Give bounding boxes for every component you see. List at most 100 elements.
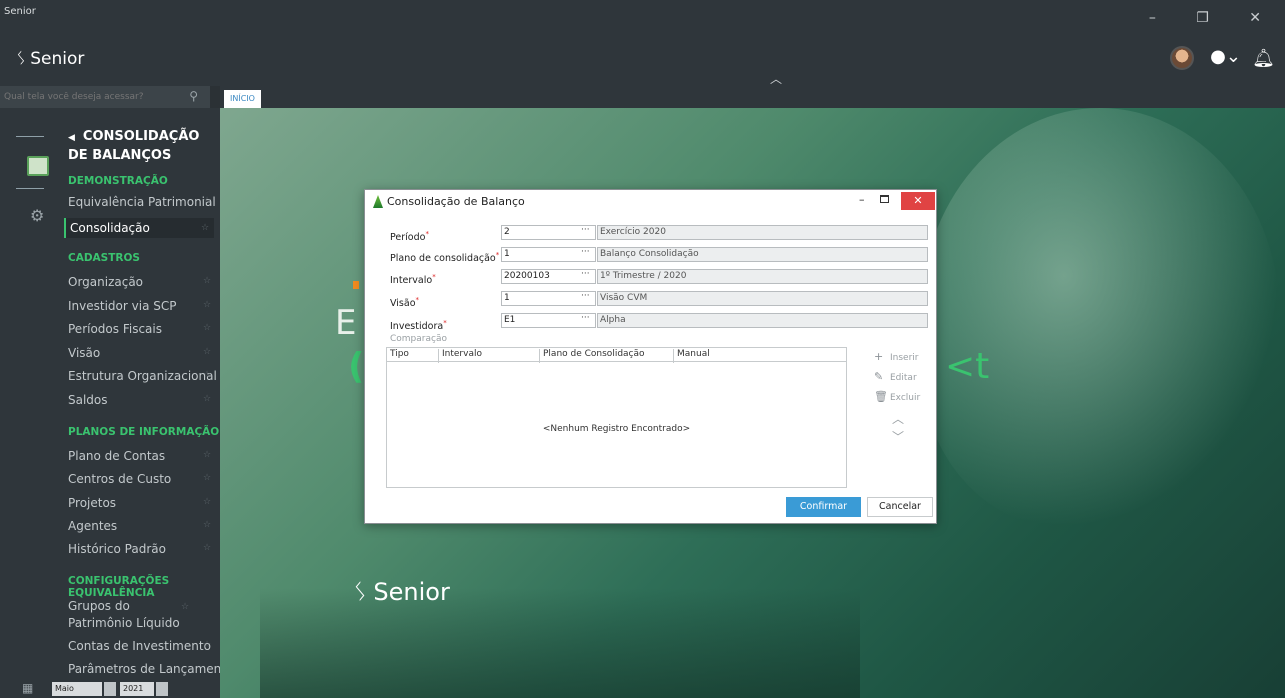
move-down-icon[interactable]: ﹀ [892,428,904,445]
search-bar: ⚲ [0,86,210,108]
module-rail: ⚙ [0,108,58,678]
date-bar: ▦ Maio 2021 [0,678,220,698]
plus-icon: + [874,350,884,363]
visao-lookup-button[interactable]: ··· [581,291,590,301]
intervalo-label: Intervalo* [390,273,436,287]
consolidation-module-icon[interactable] [27,156,49,176]
search-input[interactable] [4,89,179,105]
star-icon[interactable]: ☆ [203,543,211,553]
delete-button[interactable]: 🗑︎ Excluir [874,390,920,403]
minimize-icon[interactable]: – [859,193,865,206]
sidebar-item-grupos-patrimonio[interactable]: Grupos do Patrimônio Líquido ☆ [68,598,193,632]
star-icon[interactable]: ☆ [203,196,211,206]
close-button[interactable]: ✕ [901,192,935,210]
chevron-down-icon[interactable] [104,682,116,696]
sidebar-item-historico-padrao[interactable]: Histórico Padrão ☆ [68,542,213,556]
sidebar-item-equivalencia-patrimonial[interactable]: Equivalência Patrimonial ☆ [68,195,216,209]
star-icon[interactable]: ☆ [203,300,211,310]
logo-text: Senior [30,49,85,69]
logo: ᛊ Senior [16,49,84,69]
star-icon[interactable]: ☆ [203,323,211,333]
comparison-grid[interactable]: Tipo Intervalo Plano de Consolidação Man… [386,347,847,488]
periodo-label: Período* [390,230,429,244]
search-icon[interactable]: ⚲ [189,89,198,103]
sidebar-item-plano-contas[interactable]: Plano de Contas ☆ [68,449,213,463]
star-icon[interactable]: ☆ [203,394,211,404]
chevron-up-icon[interactable]: ︿ [770,70,782,87]
chevron-down-icon[interactable] [156,682,168,696]
investidora-lookup-button[interactable]: ··· [581,313,590,323]
plano-description: Balanço Consolidação [597,247,928,262]
star-icon[interactable]: ☆ [203,276,211,286]
cancel-button[interactable]: Cancelar [867,497,933,517]
star-icon[interactable]: ☆ [181,599,189,616]
sidebar-item-agentes[interactable]: Agentes ☆ [68,519,213,533]
maximize-icon[interactable] [880,195,889,203]
background-text: E [335,303,357,343]
bell-icon[interactable]: 🔔︎ [1252,48,1275,69]
star-icon[interactable]: ☆ [203,640,211,650]
periodo-description: Exercício 2020 [597,225,928,240]
insert-button[interactable]: + Inserir [874,350,919,363]
sidebar-item-estrutura-organizacional[interactable]: Estrutura Organizacional ☆ [68,369,217,383]
column-tipo[interactable]: Tipo [390,349,409,359]
star-icon[interactable]: ☆ [203,347,211,357]
logo-icon: ᛊ [353,578,368,606]
avatar[interactable] [1170,46,1195,70]
visao-description: Visão CVM [597,291,928,306]
sidebar-item-periodos-fiscais[interactable]: Períodos Fiscais ☆ [68,322,213,336]
star-icon[interactable]: ☆ [203,473,211,483]
intervalo-description: 1º Trimestre / 2020 [597,269,928,284]
intervalo-lookup-button[interactable]: ··· [581,269,590,279]
month-select[interactable]: Maio [52,682,116,696]
column-intervalo[interactable]: Intervalo [442,349,482,359]
trash-icon: 🗑︎ [874,390,888,403]
calendar-icon[interactable]: ▦ [22,681,33,695]
background-text: ( [348,346,365,387]
menu-title[interactable]: ◀ CONSOLIDAÇÃO DE BALANÇOS [68,128,220,164]
sidebar-item-parametros-lancamentos[interactable]: Parâmetros de Lançamentos [68,662,220,676]
confirm-button[interactable]: Confirmar [786,497,861,517]
year-select[interactable]: 2021 [120,682,168,696]
sidebar-item-centros-custo[interactable]: Centros de Custo ☆ [68,472,213,486]
background-text: <t [945,346,990,387]
star-icon[interactable]: ☆ [203,520,211,530]
header-actions: ●⌄ 🔔︎ [1170,46,1285,70]
brand-logo: ᛊ Senior [353,578,450,606]
divider [16,136,44,137]
sidebar-item-visao[interactable]: Visão ☆ [68,346,213,360]
sidebar-item-organizacao[interactable]: Organização ☆ [68,275,213,289]
investidora-description: Alpha [597,313,928,328]
plano-consolidacao-label: Plano de consolidação* [390,251,500,265]
move-up-icon[interactable]: ︿ [892,410,904,427]
visao-label: Visão* [390,296,420,310]
window-titlebar: Senior – ❐ ✕ [0,0,1285,36]
background-steps [260,588,860,698]
sidebar-item-saldos[interactable]: Saldos ☆ [68,393,213,407]
star-icon[interactable]: ☆ [203,370,211,380]
tab-inicio[interactable]: INÍCIO [224,90,261,108]
plano-lookup-button[interactable]: ··· [581,247,590,257]
user-menu-icon[interactable]: ●⌄ [1210,46,1241,70]
sidebar-item-contas-investimento[interactable]: Contas de Investimento ☆ [68,639,213,653]
star-icon[interactable]: ☆ [203,497,211,507]
sidebar-item-consolidacao[interactable]: Consolidação ☆ [64,218,214,238]
gear-icon[interactable]: ⚙ [30,206,44,225]
dialog-titlebar: Consolidação de Balanço – ✕ [365,190,936,214]
dialog-title: Consolidação de Balanço [387,195,525,208]
star-icon[interactable]: ☆ [201,218,209,238]
window-controls[interactable]: – ❐ ✕ [1149,10,1279,26]
star-icon[interactable]: ☆ [203,450,211,460]
sidebar-item-investidor-scp[interactable]: Investidor via SCP ☆ [68,299,213,313]
column-plano[interactable]: Plano de Consolidação [543,349,645,359]
sidebar-item-projetos[interactable]: Projetos ☆ [68,496,213,510]
section-configuracoes-equivalencia: CONFIGURAÇÕES EQUIVALÊNCIA [68,575,170,599]
edit-button[interactable]: ✎ Editar [874,370,917,383]
back-arrow-icon[interactable]: ◀ [68,133,75,143]
logo-icon: ᛊ [16,49,27,69]
periodo-lookup-button[interactable]: ··· [581,225,590,235]
column-manual[interactable]: Manual [677,349,710,359]
app-header: ᛊ Senior ︿ ●⌄ 🔔︎ [0,36,1285,86]
investidora-label: Investidora* [390,319,447,333]
empty-message: <Nenhum Registro Encontrado> [542,424,691,434]
